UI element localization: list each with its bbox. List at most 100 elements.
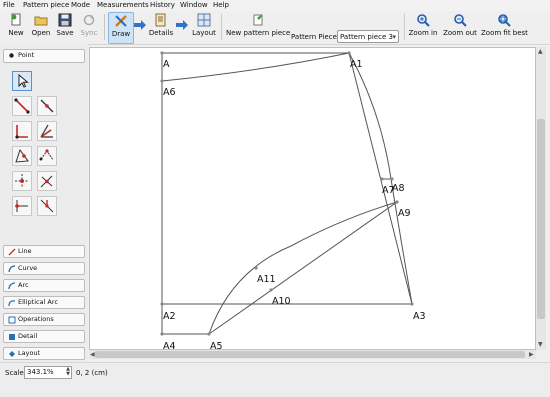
toolbar-separator xyxy=(221,14,222,40)
triangle-tool[interactable] xyxy=(12,196,32,216)
zoom-in-button[interactable]: Zoom in xyxy=(408,12,438,42)
point-label[interactable]: A4 xyxy=(163,341,176,350)
point-marker[interactable] xyxy=(160,302,164,306)
vertical-scrollbar[interactable]: ▲ ▼ xyxy=(536,47,546,350)
scroll-left-icon[interactable]: ◀ xyxy=(90,351,95,358)
open-button[interactable]: Open xyxy=(29,12,53,42)
point-icon xyxy=(8,52,15,59)
scroll-right-icon[interactable]: ▶ xyxy=(529,351,534,358)
point-marker[interactable] xyxy=(347,51,351,55)
point-marker[interactable] xyxy=(380,177,384,181)
height-tool[interactable] xyxy=(37,196,57,216)
point-marker[interactable] xyxy=(269,288,273,292)
toolbar-separator xyxy=(404,14,405,40)
point-label[interactable]: A10 xyxy=(272,296,291,307)
layout-icon xyxy=(197,13,211,27)
point-at-distance-tool[interactable] xyxy=(12,96,32,116)
point-label[interactable]: A5 xyxy=(210,341,223,350)
details-icon xyxy=(155,13,166,27)
operations-tools-button[interactable]: Operations xyxy=(3,313,85,326)
point-label[interactable]: A3 xyxy=(413,311,426,322)
pattern-drawing: A A1 A2 A3 A4 A5 A6 A7 A8 A9 A10 A11 xyxy=(160,51,426,350)
menu-history[interactable]: History xyxy=(150,1,175,9)
new-pattern-piece-button[interactable]: New pattern piece xyxy=(226,12,290,42)
horizontal-scrollbar[interactable]: ◀ ▶ xyxy=(89,350,536,359)
detail-tools-button[interactable]: Detail xyxy=(3,330,85,343)
arrow-tool[interactable] xyxy=(12,71,32,91)
point-marker[interactable] xyxy=(390,177,394,181)
arc-icon xyxy=(8,282,16,290)
perpendicular-icon xyxy=(15,125,28,139)
point-along-line-tool[interactable] xyxy=(37,96,57,116)
scroll-up-icon[interactable]: ▲ xyxy=(538,48,543,55)
point-tools-header[interactable]: Point xyxy=(3,49,85,63)
point-marker[interactable] xyxy=(395,200,399,204)
point-label[interactable]: A2 xyxy=(163,311,176,322)
point-marker[interactable] xyxy=(160,79,164,83)
elliptical-arc-tools-button[interactable]: Elliptical Arc xyxy=(3,296,85,309)
tool-panel: Point Line Curve Arc Elliptical Arc Oper… xyxy=(0,44,88,362)
menu-pattern-piece[interactable]: Pattern piece xyxy=(23,1,69,9)
shoulder-icon xyxy=(15,148,29,163)
height-icon xyxy=(40,199,54,213)
curve-tools-button[interactable]: Curve xyxy=(3,262,85,275)
normal-tool[interactable] xyxy=(37,146,57,166)
zoom-fit-best-button[interactable]: Zoom fit best xyxy=(481,12,528,42)
point-marker[interactable] xyxy=(160,51,164,55)
line-point-icon xyxy=(14,98,30,114)
line-icon xyxy=(8,248,16,256)
spin-arrows-icon[interactable]: ▲ ▼ xyxy=(66,367,70,377)
zoom-out-button[interactable]: Zoom out xyxy=(443,12,477,42)
arrow-to-details-icon xyxy=(133,12,147,42)
curve-a6-a1[interactable] xyxy=(161,52,350,82)
layout-tool-icon xyxy=(8,350,15,357)
sync-button[interactable]: Sync xyxy=(77,12,101,42)
line-a5-a9[interactable] xyxy=(208,201,398,335)
point-label[interactable]: A6 xyxy=(163,87,176,98)
horizontal-scroll-thumb[interactable] xyxy=(95,351,525,358)
new-button[interactable]: New xyxy=(3,12,29,42)
point-marker[interactable] xyxy=(254,266,258,270)
save-button[interactable]: Save xyxy=(53,12,77,42)
point-label[interactable]: A11 xyxy=(257,274,276,285)
line-tools-button[interactable]: Line xyxy=(3,245,85,258)
point-label[interactable]: A8 xyxy=(392,183,405,194)
draw-mode-button[interactable]: Draw xyxy=(108,12,134,44)
scroll-down-icon[interactable]: ▼ xyxy=(538,341,543,348)
layout-tools-button[interactable]: Layout xyxy=(3,347,85,360)
point-label[interactable]: A xyxy=(163,59,170,70)
pattern-piece-select[interactable]: Pattern piece 3 ▾ xyxy=(337,30,399,43)
cursor-coordinates: 0, 2 (cm) xyxy=(76,369,108,377)
chevron-down-icon: ▾ xyxy=(392,33,396,41)
point-marker[interactable] xyxy=(207,332,211,336)
drawing-canvas[interactable]: A A1 A2 A3 A4 A5 A6 A7 A8 A9 A10 A11 xyxy=(89,47,536,350)
folder-open-icon xyxy=(34,16,48,26)
point-label[interactable]: A9 xyxy=(398,208,411,219)
menu-file[interactable]: File xyxy=(3,1,15,9)
curve-icon xyxy=(8,265,16,273)
point-marker[interactable] xyxy=(160,332,164,336)
line-intersect-tool[interactable] xyxy=(37,171,57,191)
normal-icon xyxy=(39,149,54,161)
line-intersect-icon xyxy=(40,175,53,188)
bisector-tool[interactable] xyxy=(37,121,57,141)
new-file-icon xyxy=(11,13,21,26)
menu-help[interactable]: Help xyxy=(213,1,229,9)
menu-window[interactable]: Window xyxy=(180,1,208,9)
menu-measurements[interactable]: Measurements xyxy=(97,1,149,9)
intersection-xy-tool[interactable] xyxy=(12,171,32,191)
layout-mode-button[interactable]: Layout xyxy=(190,12,218,42)
point-marker[interactable] xyxy=(410,302,414,306)
arc-tools-button[interactable]: Arc xyxy=(3,279,85,292)
scale-spinbox[interactable]: 343.1% ▲ ▼ xyxy=(24,366,72,379)
details-mode-button[interactable]: Details xyxy=(148,12,174,42)
zoom-fit-icon xyxy=(498,14,511,27)
point-label[interactable]: A1 xyxy=(350,59,363,70)
perpendicular-tool[interactable] xyxy=(12,121,32,141)
new-pattern-piece-icon xyxy=(253,14,263,26)
menu-mode[interactable]: Mode xyxy=(71,1,90,9)
elliptical-arc-icon xyxy=(8,299,16,307)
vertical-scroll-thumb[interactable] xyxy=(537,119,545,319)
shoulder-point-tool[interactable] xyxy=(12,146,32,166)
along-line-icon xyxy=(40,99,54,113)
